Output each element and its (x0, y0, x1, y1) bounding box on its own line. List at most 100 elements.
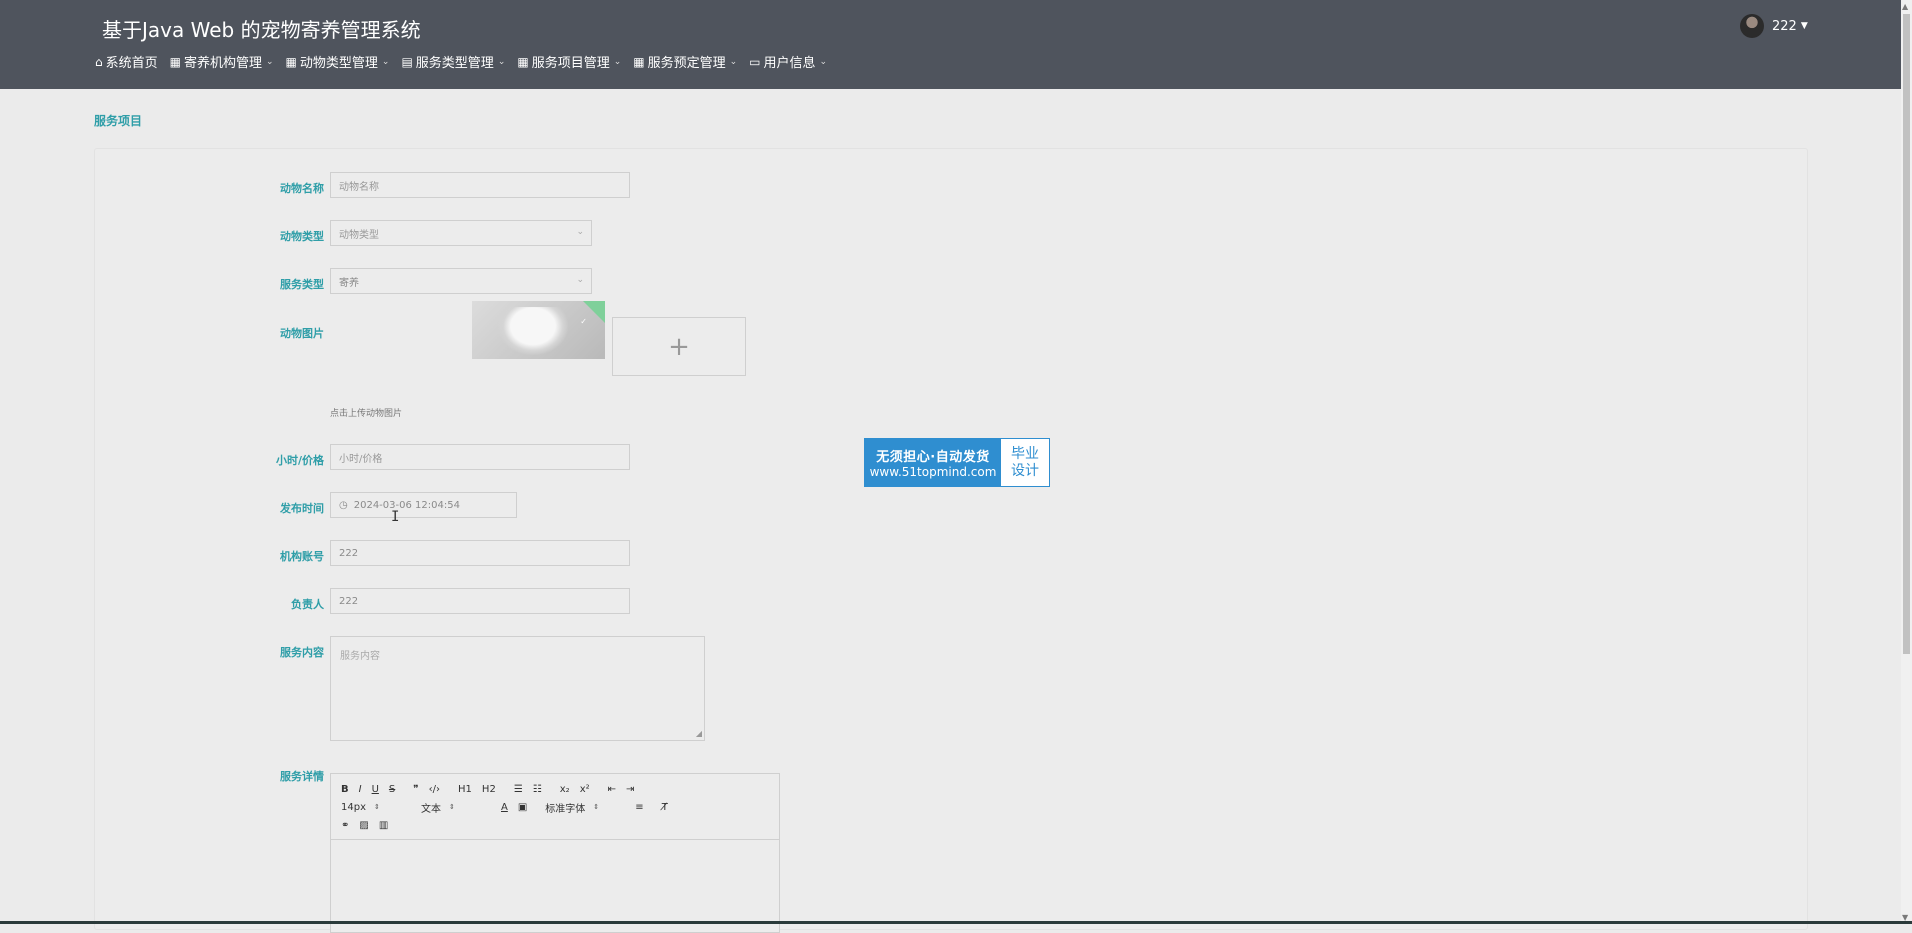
subscript-button[interactable]: x₂ (560, 784, 570, 795)
resize-grip-icon[interactable]: ◢ (696, 729, 702, 738)
nav-label: 寄养机构管理 (183, 56, 262, 71)
chevron-down-icon: ⌄ (266, 56, 274, 67)
service-content-label: 服务内容 (280, 646, 324, 659)
uploaded-animal-image[interactable]: ✓ (472, 301, 605, 359)
heading1-button[interactable]: H1 (458, 784, 472, 795)
font-family-select[interactable]: 标准字体 ⇕ (545, 800, 615, 815)
blockquote-button[interactable]: ❞ (413, 784, 418, 795)
cat-photo (498, 307, 568, 355)
service-detail-label: 服务详情 (280, 770, 324, 783)
avatar (1740, 14, 1764, 38)
animal-type-value: 动物类型 (339, 229, 379, 241)
user-menu[interactable]: 222 ▼ (1740, 14, 1808, 38)
promo-url: www.51topmind.com (869, 465, 997, 479)
publish-time-picker[interactable]: ◷ 2024-03-06 12:04:54 (330, 492, 517, 518)
toolbar-row: ⚭ ▨ ▥ (341, 816, 769, 834)
promo-banner[interactable]: 无须担心·自动发货 www.51topmind.com 毕业 设计 (864, 438, 1050, 487)
chevron-down-icon: ⌄ (381, 56, 390, 67)
nav-service-booking[interactable]: ▦ 服务预定管理 ⌄ (633, 52, 738, 72)
clear-format-icon[interactable]: T̸ (662, 802, 668, 813)
italic-button[interactable]: I (359, 784, 362, 795)
editor-toolbar: B I U S ❞ ‹/› H1 H2 ☰ ☷ x₂ x² ⇤ ⇥ 14px ⇕… (331, 774, 779, 840)
plus-icon: + (668, 331, 690, 362)
org-account-label: 机构账号 (280, 550, 324, 563)
image-upload-button[interactable]: + (612, 317, 746, 376)
breadcrumb: 服务项目 (94, 114, 143, 128)
superscript-button[interactable]: x² (580, 784, 590, 795)
chevron-down-icon: ⌄ (729, 56, 738, 67)
indent-button[interactable]: ⇥ (626, 784, 634, 795)
link-icon[interactable]: ⚭ (341, 820, 349, 831)
hourly-price-input[interactable]: 小时/价格 (330, 444, 630, 470)
updown-icon: ⇕ (449, 803, 455, 811)
check-icon: ✓ (580, 317, 587, 326)
promo-slogan: 无须担心·自动发货 (876, 450, 990, 465)
header-select[interactable]: 文本 ⇕ (421, 800, 481, 815)
org-account-input[interactable]: 222 (330, 540, 630, 566)
service-type-label: 服务类型 (280, 278, 324, 291)
nav-service-type[interactable]: ▤ 服务类型管理 ⌄ (401, 52, 506, 72)
nav-service-item[interactable]: ▦ 服务项目管理 ⌄ (517, 52, 622, 72)
scroll-thumb[interactable] (1903, 14, 1910, 654)
caret-down-icon: ▼ (1800, 21, 1808, 31)
font-size-select[interactable]: 14px ⇕ (341, 802, 401, 813)
grid-icon: ▦ (517, 54, 529, 69)
username: 222 (1772, 18, 1797, 34)
background-color-icon[interactable]: ▣ (518, 802, 527, 813)
heading2-button[interactable]: H2 (482, 784, 496, 795)
animal-image-label: 动物图片 (280, 327, 324, 340)
align-left-icon[interactable]: ≡ (635, 802, 643, 813)
chevron-down-icon: ⌄ (819, 56, 828, 67)
nav-label: 服务预定管理 (647, 56, 726, 71)
text-cursor-icon: I (391, 509, 400, 525)
image-icon[interactable]: ▨ (359, 820, 368, 831)
main-nav: ⌂ 系统首页 ▦ 寄养机构管理 ⌄ ▦ 动物类型管理 ⌄ ▤ 服务类型管理 ⌄ … (95, 52, 839, 72)
nav-label: 用户信息 (763, 56, 816, 71)
scroll-up-icon[interactable]: ▲ (1902, 2, 1908, 11)
font-size-value: 14px (341, 801, 366, 813)
header-value: 文本 (421, 803, 441, 815)
font-color-icon[interactable]: A (501, 802, 508, 813)
person-in-charge-value: 222 (339, 595, 359, 607)
ordered-list-button[interactable]: ☰ (514, 784, 523, 795)
promo-left: 无须担心·自动发货 www.51topmind.com (865, 439, 1001, 486)
animal-name-input[interactable]: 动物名称 (330, 172, 630, 198)
chevron-down-icon: ⌄ (576, 275, 584, 285)
nav-home[interactable]: ⌂ 系统首页 (95, 52, 158, 72)
nav-animal-type[interactable]: ▦ 动物类型管理 ⌄ (285, 52, 390, 72)
hourly-price-label: 小时/价格 (275, 454, 324, 467)
top-navbar: 基于Java Web 的宠物寄养管理系统 ⌂ 系统首页 ▦ 寄养机构管理 ⌄ ▦… (0, 0, 1901, 89)
chevron-down-icon: ⌄ (613, 56, 622, 67)
hourly-price-placeholder: 小时/价格 (339, 453, 383, 465)
chevron-down-icon: ⌄ (497, 56, 506, 67)
publish-time-value: 2024-03-06 12:04:54 (353, 499, 460, 511)
updown-icon: ⇕ (593, 803, 600, 811)
grid-icon: ▦ (285, 54, 297, 69)
updown-icon: ⇕ (374, 803, 380, 811)
page-scrollbar[interactable]: ▲ ▼ (1901, 0, 1912, 924)
nav-label: 系统首页 (105, 56, 158, 71)
clock-icon: ◷ (339, 499, 348, 511)
promo-word-1: 毕业 (1011, 445, 1039, 462)
publish-time-label: 发布时间 (280, 502, 324, 515)
strike-button[interactable]: S (389, 784, 395, 795)
code-button[interactable]: ‹/› (429, 784, 440, 795)
bold-button[interactable]: B (341, 784, 349, 795)
outdent-button[interactable]: ⇤ (608, 784, 616, 795)
service-type-select[interactable]: 寄养 ⌄ (330, 268, 592, 294)
video-icon[interactable]: ▥ (379, 820, 388, 831)
person-in-charge-input[interactable]: 222 (330, 588, 630, 614)
nav-foster-org[interactable]: ▦ 寄养机构管理 ⌄ (170, 52, 274, 72)
animal-name-label: 动物名称 (280, 182, 324, 195)
animal-name-placeholder: 动物名称 (339, 181, 379, 193)
app-title: 基于Java Web 的宠物寄养管理系统 (102, 18, 421, 42)
clipboard-icon: ▤ (401, 54, 413, 69)
service-content-textarea[interactable]: 服务内容 ◢ (330, 636, 705, 741)
underline-button[interactable]: U (372, 784, 379, 795)
grid-icon: ▦ (633, 54, 645, 69)
animal-type-select[interactable]: 动物类型 ⌄ (330, 220, 592, 246)
bullet-list-button[interactable]: ☷ (533, 784, 542, 795)
home-icon: ⌂ (95, 54, 103, 69)
nav-user-info[interactable]: ▭ 用户信息 ⌄ (749, 52, 828, 72)
org-account-value: 222 (339, 547, 359, 559)
